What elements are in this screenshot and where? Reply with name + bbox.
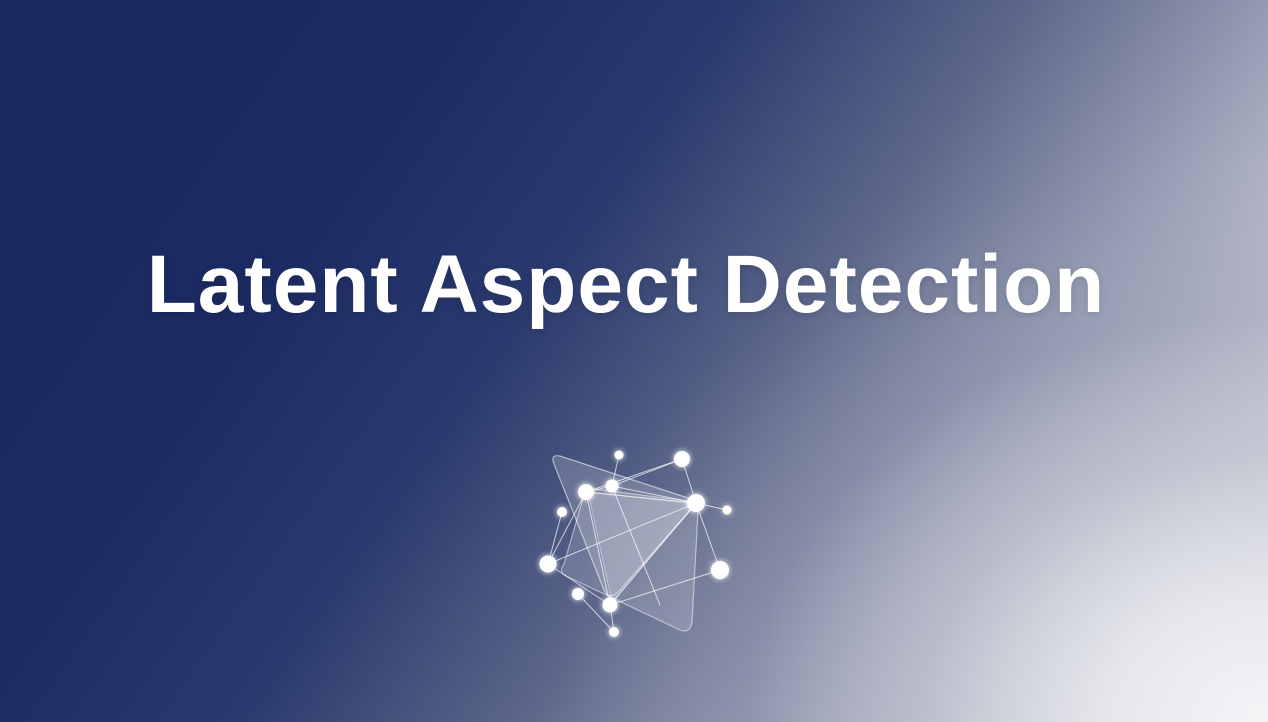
title-slide: Latent Aspect Detection	[0, 0, 1268, 722]
slide-title: Latent Aspect Detection	[146, 239, 1106, 330]
network-graph-icon	[539, 450, 732, 637]
